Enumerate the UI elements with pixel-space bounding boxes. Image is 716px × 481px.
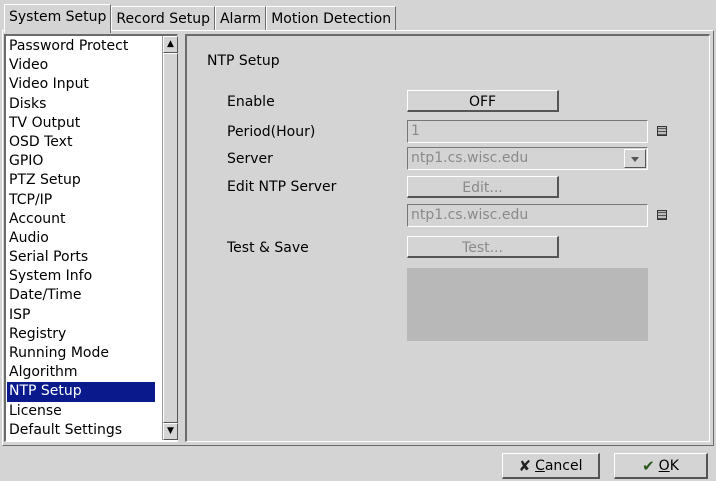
edit-ntp-server-label: Edit NTP Server [227,179,337,195]
list-item-gpio[interactable]: GPIO [7,152,155,171]
enable-toggle-button[interactable]: OFF [407,90,559,112]
list-item-running-mode[interactable]: Running Mode [7,344,155,363]
arrow-down-icon: ▼ [167,426,174,436]
list-item-ntp-setup[interactable]: NTP Setup [7,382,155,402]
period-label: Period(Hour) [227,124,316,140]
tab-record-setup[interactable]: Record Setup [111,6,215,31]
ok-label: OK [658,457,679,474]
list-item-serial-ports[interactable]: Serial Ports [7,248,155,267]
settings-list: Password Protect Video Video Input Disks… [4,34,178,442]
arrow-up-icon: ▲ [167,39,174,49]
scroll-up-button[interactable]: ▲ [163,36,178,53]
server-dropdown-button[interactable] [624,149,646,168]
list-item-password-protect[interactable]: Password Protect [7,37,155,56]
cancel-button[interactable]: ✘ Cancel [502,453,600,479]
checkmark-icon: ✔ [642,456,655,475]
enable-label: Enable [227,94,275,110]
period-input[interactable]: 1 [407,120,648,143]
list-item-license[interactable]: License [7,402,155,421]
keypad-icon[interactable] [657,126,667,136]
list-item-registry[interactable]: Registry [7,325,155,344]
ok-button[interactable]: ✔ OK [614,453,708,479]
list-scrollbar[interactable]: ▲ ▼ [162,36,178,440]
list-item-disks[interactable]: Disks [7,95,155,114]
list-item-ptz-setup[interactable]: PTZ Setup [7,171,155,190]
server-label: Server [227,151,273,167]
tab-motion-detection[interactable]: Motion Detection [266,6,397,31]
list-item-system-info[interactable]: System Info [7,267,155,286]
list-item-account[interactable]: Account [7,210,155,229]
list-item-osd-text[interactable]: OSD Text [7,133,155,152]
list-item-tcp-ip[interactable]: TCP/IP [7,191,155,210]
chevron-down-icon [631,157,639,162]
list-item-tv-output[interactable]: TV Output [7,114,155,133]
list-item-video[interactable]: Video [7,56,155,75]
test-button[interactable]: Test... [407,236,559,258]
list-item-isp[interactable]: ISP [7,306,155,325]
list-item-algorithm[interactable]: Algorithm [7,363,155,382]
settings-list-items: Password Protect Video Video Input Disks… [7,37,155,440]
list-item-date-time[interactable]: Date/Time [7,286,155,305]
list-item-default-settings[interactable]: Default Settings [7,421,155,440]
test-save-label: Test & Save [227,240,309,256]
list-item-audio[interactable]: Audio [7,229,155,248]
server-select[interactable]: ntp1.cs.wisc.edu [407,147,648,170]
ntp-setup-panel: NTP Setup Enable OFF Period(Hour) 1 Serv… [185,34,710,442]
test-result-area [407,268,648,341]
scrollbar-thumb[interactable] [163,53,178,423]
list-item-video-input[interactable]: Video Input [7,75,155,94]
ntp-server-input[interactable]: ntp1.cs.wisc.edu [407,204,648,227]
keypad-icon[interactable] [657,210,667,220]
section-title: NTP Setup [207,53,280,69]
scroll-down-button[interactable]: ▼ [163,423,178,440]
tab-alarm[interactable]: Alarm [214,6,267,31]
tab-bar: System Setup Record Setup Alarm Motion D… [4,4,397,33]
tab-system-setup[interactable]: System Setup [4,4,112,33]
x-cross-icon: ✘ [518,456,532,475]
dialog-button-bar: ✘ Cancel ✔ OK [0,448,716,481]
edit-server-button[interactable]: Edit... [407,176,559,198]
cancel-label: Cancel [535,457,583,474]
